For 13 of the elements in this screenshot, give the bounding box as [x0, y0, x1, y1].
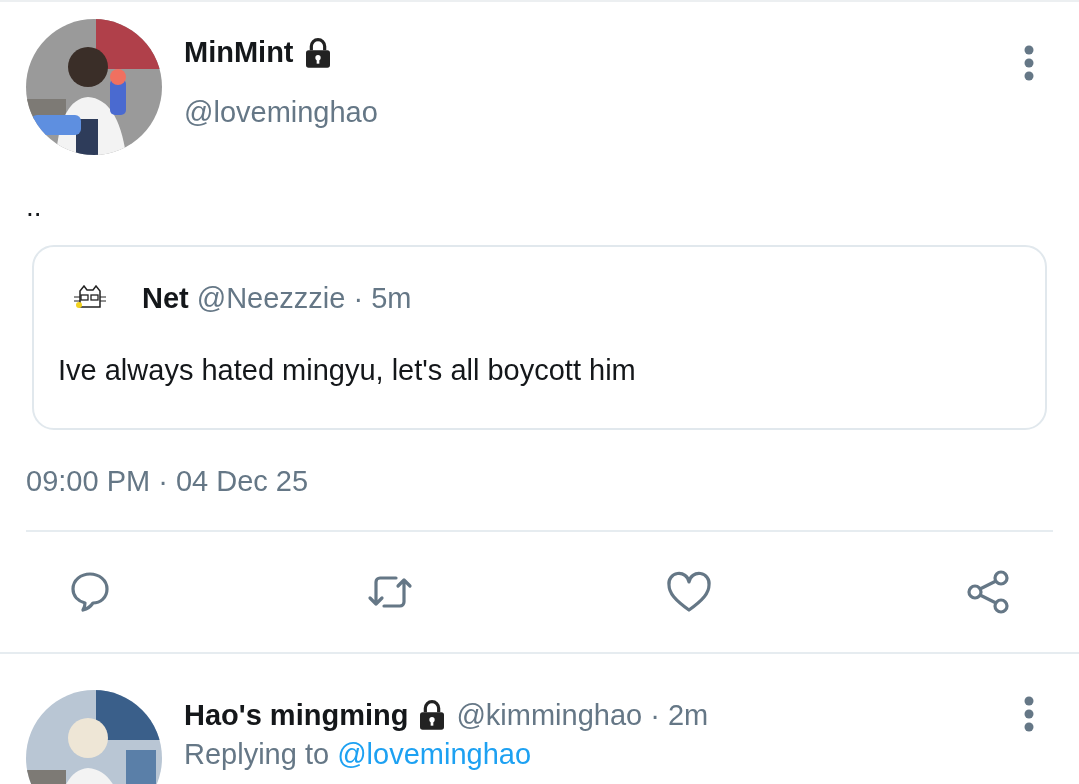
quoted-tweet-text: Ive always hated mingyu, let's all boycott him — [58, 352, 637, 388]
tweet-timestamp: 09:00 PM · 04 Dec 25 — [26, 460, 1053, 532]
user-name: Hao's mingming — [184, 697, 409, 733]
more-options-icon[interactable] — [1023, 695, 1035, 732]
replying-label: Replying to — [184, 738, 330, 770]
quoted-user-name: Net — [142, 281, 189, 316]
user-handle: @loveminghao — [184, 94, 379, 130]
quoted-tweet-card[interactable]: Net @Neezzzie · 5m Ive always hated mingyu, let's all boycott him — [32, 245, 1047, 430]
tweet-text: .. — [26, 193, 43, 221]
user-handle-time: @kimminghao · 2m — [456, 697, 709, 733]
more-options-icon[interactable] — [1023, 45, 1035, 81]
user-name: MinMint — [184, 35, 294, 70]
quoted-handle-time: @Neezzzie · 5m — [196, 281, 412, 316]
